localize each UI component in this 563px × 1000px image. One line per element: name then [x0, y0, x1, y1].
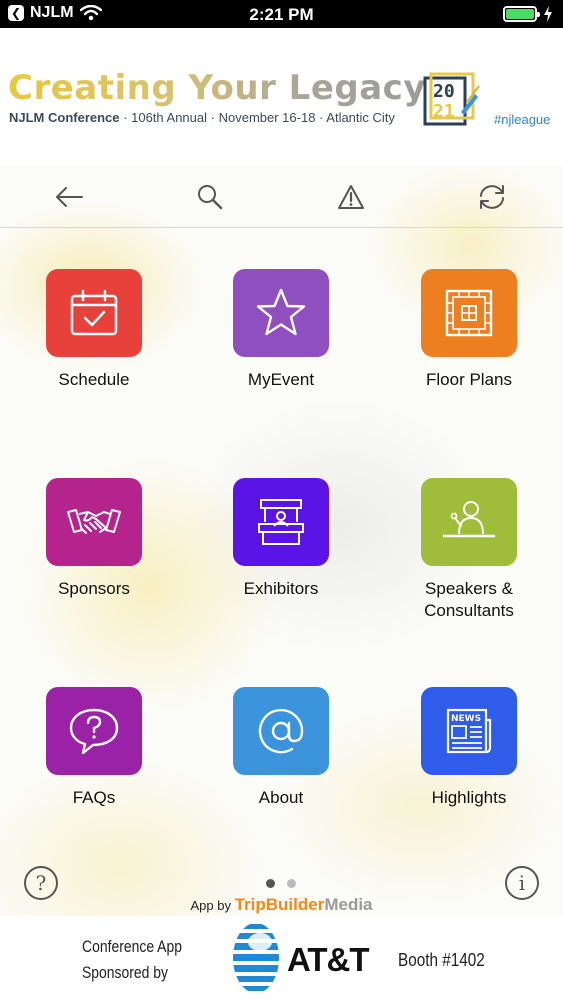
status-bar: ❮ NJLM 2:21 PM — [0, 0, 563, 28]
tile-label-speakers-consultants: Speakers & Consultants — [424, 578, 514, 622]
sponsor-line2: Sponsored by — [82, 963, 169, 982]
year-2021-logo: 20 21 — [423, 72, 480, 126]
question-bubble-icon — [69, 708, 119, 755]
floor-plan-icon — [445, 289, 493, 337]
tile-sponsors[interactable]: Sponsors — [19, 478, 169, 648]
battery-icon — [503, 6, 540, 22]
faqs-tile-icon — [46, 687, 142, 775]
status-time: 2:21 PM — [249, 5, 314, 24]
tile-label-faqs: FAQs — [72, 788, 116, 807]
sync-button[interactable] — [475, 180, 509, 214]
banner-subtitle: NJLM Conference · 106th Annual · Novembe… — [9, 110, 395, 125]
floor-plans-tile-icon — [421, 269, 517, 357]
calendar-check-icon — [70, 289, 118, 336]
subtitle-annual: 106th Annual — [131, 110, 208, 125]
highlights-tile-icon: NEWS — [421, 687, 517, 775]
speaker-podium-icon — [443, 501, 495, 538]
att-globe-logo — [233, 923, 279, 993]
search-icon — [198, 185, 223, 210]
subtitle-city: Atlantic City — [326, 110, 395, 125]
warning-icon — [338, 185, 364, 209]
subtitle-org: NJLM Conference — [9, 110, 120, 125]
conference-banner: Creating Your Legacy NJLM Conference · 1… — [0, 28, 563, 166]
sponsor-text: Conference App Sponsored by — [82, 934, 182, 986]
speakers-tile-icon — [421, 478, 517, 566]
sponsor-footer[interactable]: Conference App Sponsored by AT&T Booth #… — [0, 916, 563, 1000]
sponsors-tile-icon — [46, 478, 142, 566]
tile-highlights[interactable]: NEWS Highlights — [394, 687, 544, 857]
sponsor-company: AT&T — [287, 941, 370, 978]
svg-text:NEWS: NEWS — [451, 714, 481, 724]
charging-bolt-icon — [544, 6, 552, 22]
info-icon: i — [518, 871, 526, 895]
tile-label-exhibitors: Exhibitors — [243, 579, 319, 598]
banner-title: Creating Your Legacy — [8, 68, 426, 108]
myevent-tile-icon — [233, 269, 329, 357]
year-top: 20 — [433, 81, 455, 102]
tile-exhibitors[interactable]: Exhibitors — [206, 478, 356, 648]
tile-label-schedule: Schedule — [58, 370, 130, 389]
toolbar — [0, 166, 563, 228]
back-button[interactable] — [52, 180, 86, 214]
tile-speakers-consultants[interactable]: Speakers & Consultants — [394, 478, 544, 648]
at-sign-icon — [258, 708, 304, 754]
tile-myevent[interactable]: MyEvent — [206, 269, 356, 439]
tile-floor-plans[interactable]: Floor Plans — [394, 269, 544, 439]
subtitle-dates: November 16-18 — [218, 110, 316, 125]
alerts-button[interactable] — [334, 180, 368, 214]
battery-indicator — [503, 6, 553, 22]
hashtag: #njleague — [494, 112, 551, 127]
news-icon: NEWS — [446, 708, 492, 754]
about-tile-icon — [233, 687, 329, 775]
page-dot-1[interactable] — [266, 879, 275, 888]
tile-schedule[interactable]: Schedule — [19, 269, 169, 439]
sync-icon — [480, 185, 504, 209]
brand-tripbuilder: TripBuilder — [234, 895, 325, 914]
brand-media: Media — [324, 895, 373, 914]
sponsor-booth: Booth #1402 — [398, 950, 485, 970]
handshake-icon — [67, 509, 121, 534]
tile-about[interactable]: About — [206, 687, 356, 857]
page-dot-2[interactable] — [287, 879, 296, 888]
schedule-tile-icon — [46, 269, 142, 357]
exhibitor-booth-icon — [258, 499, 304, 545]
tile-faqs[interactable]: FAQs — [19, 687, 169, 857]
tile-label-myevent: MyEvent — [247, 370, 315, 389]
back-arrow-icon — [56, 187, 83, 207]
app-credit: App by TripBuilderMedia — [0, 895, 563, 915]
search-button[interactable] — [193, 180, 227, 214]
exhibitors-tile-icon — [233, 478, 329, 566]
app-by-label: App by — [190, 898, 231, 913]
star-icon — [256, 288, 306, 336]
tile-label-floor-plans: Floor Plans — [426, 370, 512, 389]
speakers-label-line2: Consultants — [424, 601, 514, 620]
help-icon: ? — [35, 871, 47, 895]
page-indicator[interactable] — [266, 879, 296, 888]
tile-label-sponsors: Sponsors — [58, 579, 130, 598]
year-bottom: 21 — [433, 101, 455, 122]
tile-label-highlights: Highlights — [431, 788, 507, 807]
sponsor-line1: Conference App — [82, 937, 182, 956]
tile-label-about: About — [258, 788, 304, 807]
speakers-label-line1: Speakers & — [425, 579, 513, 598]
